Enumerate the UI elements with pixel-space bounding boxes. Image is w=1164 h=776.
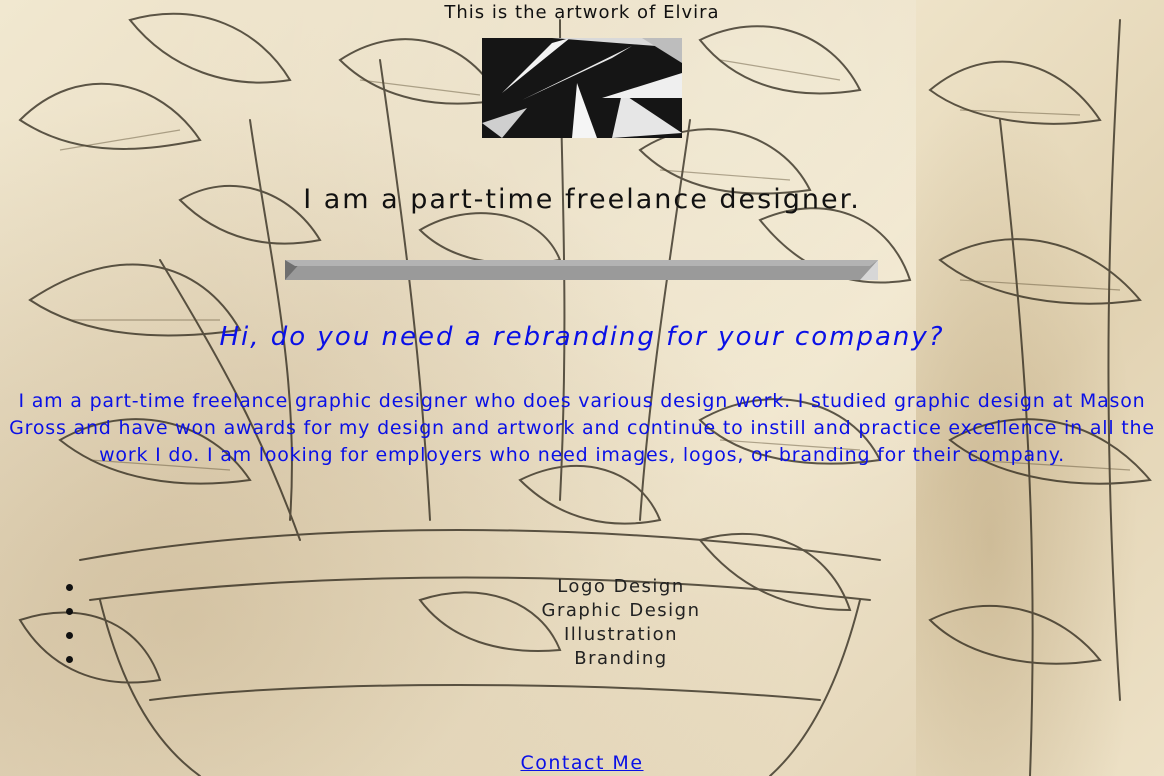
services-list: Logo Design Graphic Design Illustration …: [521, 575, 721, 671]
service-item-branding: Branding: [574, 648, 668, 669]
abstract-shards-icon: [482, 38, 682, 138]
bullet-icon: [66, 584, 73, 591]
service-item-graphic-design: Graphic Design: [541, 600, 701, 621]
site-title: This is the artwork of Elvira: [444, 2, 720, 23]
about-heading: Hi, do you need a rebranding for your co…: [219, 322, 945, 352]
section-divider: [285, 260, 878, 280]
bullet-icon: [66, 608, 73, 615]
contact-me-link[interactable]: Contact Me: [0, 752, 1164, 774]
hero-artwork-image: [482, 38, 682, 138]
page-content: This is the artwork of Elvira I am a par…: [0, 0, 1164, 776]
service-item-illustration: Illustration: [563, 624, 679, 645]
about-paragraph: I am a part-time freelance graphic desig…: [9, 390, 1155, 466]
bullet-icon: [66, 656, 73, 663]
services-bullets: [66, 584, 73, 680]
service-item-logo-design: Logo Design: [557, 576, 685, 597]
hero-tagline: I am a part-time freelance designer.: [303, 184, 861, 215]
bullet-icon: [66, 632, 73, 639]
